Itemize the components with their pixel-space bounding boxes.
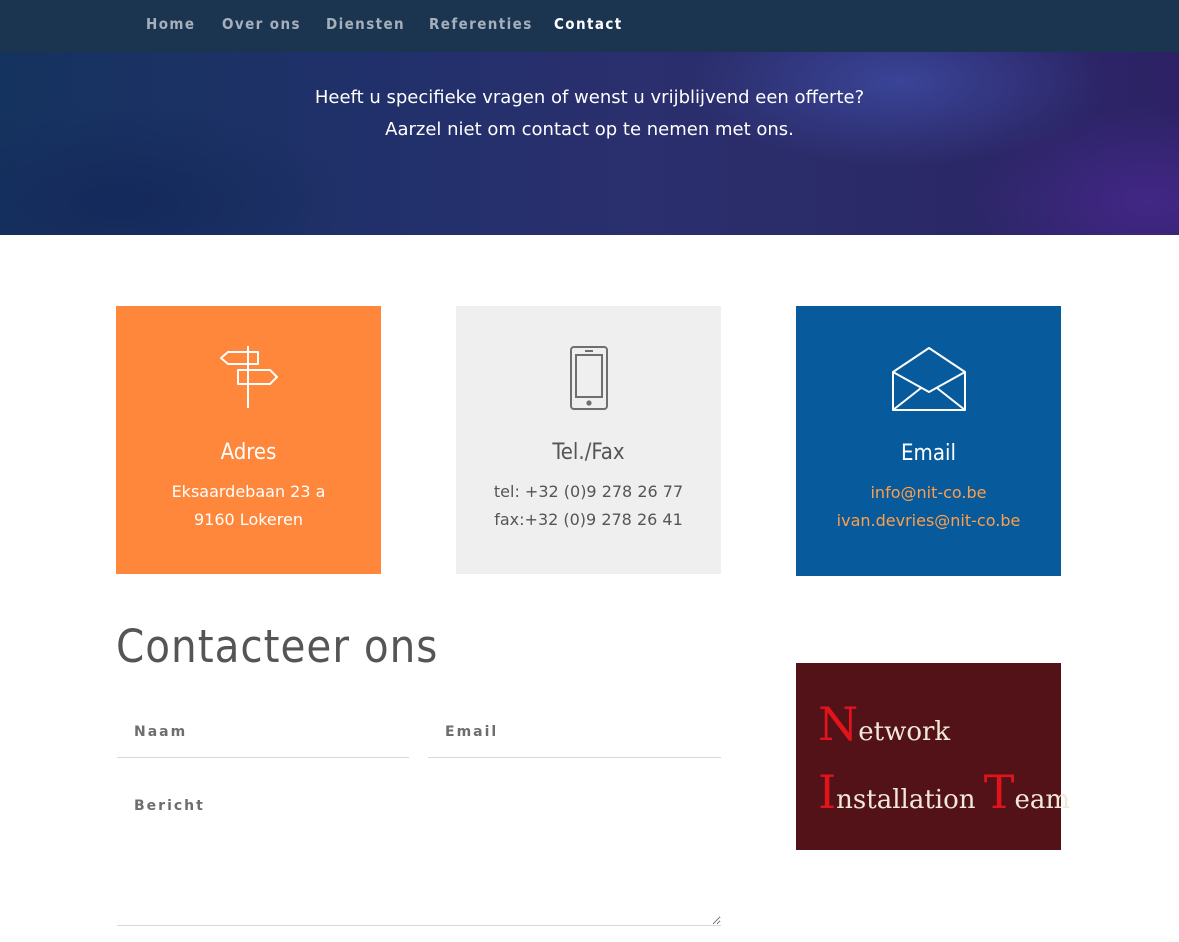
phone-card: Tel./Fax tel: +32 (0)9 278 26 77 fax:+32… (456, 306, 721, 574)
address-card: Adres Eksaardebaan 23 a 9160 Lokeren (116, 306, 381, 574)
address-street: Eksaardebaan 23 a (171, 482, 326, 501)
email-card: Email info@nit-co.be ivan.devries@nit-co… (796, 306, 1061, 576)
envelope-icon (796, 346, 1061, 412)
logo-text-installation: nstallation (836, 785, 984, 815)
fax-number: fax:+32 (0)9 278 26 41 (494, 510, 683, 529)
nav-item-diensten[interactable]: Diensten (326, 0, 405, 52)
contact-form-title: Contacteer ons (116, 620, 439, 673)
message-field[interactable] (117, 786, 721, 926)
nav-item-contact[interactable]: Contact (554, 0, 623, 52)
email-field[interactable] (428, 706, 721, 758)
logo-line-1: Network (818, 701, 950, 747)
logo-cap-n: N (818, 697, 859, 751)
nav-item-over-ons[interactable]: Over ons (222, 0, 301, 52)
signpost-icon (116, 344, 381, 410)
logo-line-2: Installation Team (818, 769, 1070, 815)
company-logo: Network Installation Team (796, 663, 1070, 850)
nav-item-home[interactable]: Home (146, 0, 195, 52)
email-link-info[interactable]: info@nit-co.be (796, 483, 1061, 502)
hero-banner: Heeft u specifieke vragen of wenst u vri… (0, 52, 1179, 235)
logo-text-team: eam (1014, 785, 1071, 815)
phone-title: Tel./Fax (552, 440, 625, 465)
logo-text-network: etwork (858, 717, 951, 747)
name-field[interactable] (117, 706, 409, 758)
hero-text-line-2: Aarzel niet om contact op te nemen met o… (385, 119, 794, 140)
logo-cap-t: T (983, 765, 1015, 819)
email-link-ivan[interactable]: ivan.devries@nit-co.be (796, 511, 1061, 530)
email-title: Email (901, 441, 956, 466)
nav-item-referenties[interactable]: Referenties (429, 0, 533, 52)
address-city: 9160 Lokeren (194, 510, 303, 529)
address-title: Adres (220, 440, 277, 465)
smartphone-icon (456, 345, 721, 411)
phone-number: tel: +32 (0)9 278 26 77 (493, 482, 684, 501)
hero-text-line-1: Heeft u specifieke vragen of wenst u vri… (314, 87, 865, 108)
logo-cap-i: I (818, 765, 837, 819)
top-navigation: Home Over ons Diensten Referenties Conta… (0, 0, 1179, 52)
